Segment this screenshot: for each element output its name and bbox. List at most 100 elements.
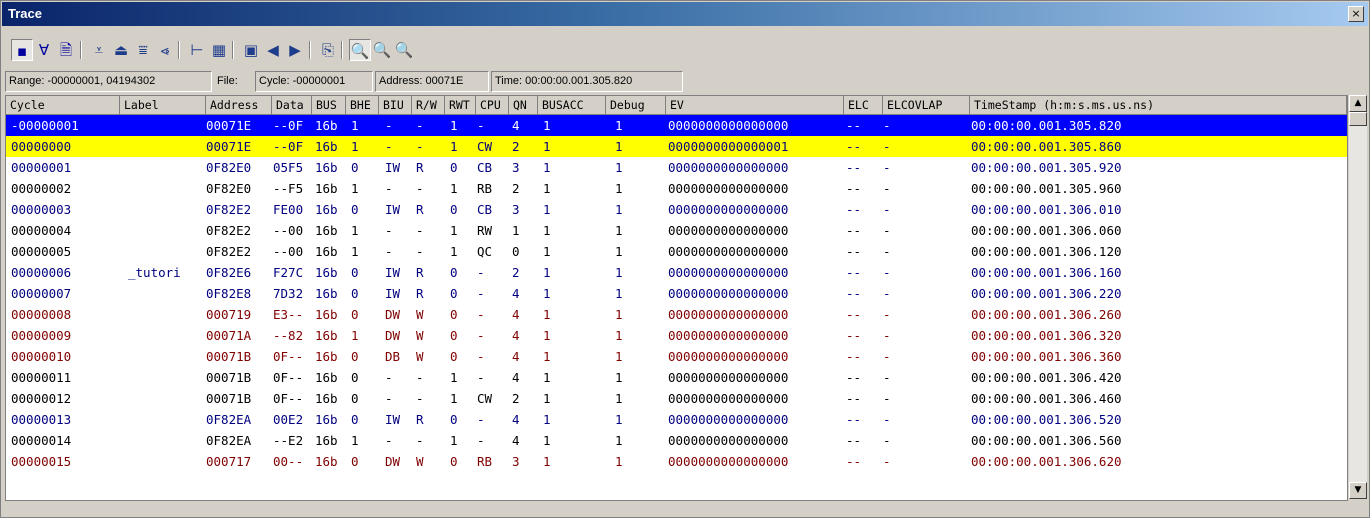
- next-icon[interactable]: ▶: [284, 39, 306, 61]
- tree-icon[interactable]: ⊢: [186, 39, 208, 61]
- column-header[interactable]: Label: [120, 96, 206, 115]
- zoom-out-icon[interactable]: 🔍: [393, 39, 415, 61]
- table-cell: 2: [512, 181, 520, 196]
- frame-icon[interactable]: ▣: [240, 39, 262, 61]
- table-row[interactable]: 00000005 0F82E2 --00 16b 1- -1 QC 0 1 1 0000000000…: [6, 241, 1347, 262]
- column-header[interactable]: Data: [272, 96, 312, 115]
- table-cell: -: [385, 370, 393, 385]
- table-cell: 2: [512, 391, 520, 406]
- go-top-icon[interactable]: ⩹: [154, 39, 176, 61]
- title-bar[interactable]: Trace ×: [2, 2, 1368, 26]
- table-row[interactable]: 00000008 000719 E3-- 16b 0 DW W 0 - 4 1 1 0000000000…: [6, 304, 1347, 325]
- scroll-thumb[interactable]: [1349, 112, 1367, 126]
- column-header[interactable]: EV: [666, 96, 844, 115]
- close-icon[interactable]: ×: [1348, 6, 1364, 22]
- table-cell: 00:00:00.001.306.260: [971, 307, 1122, 322]
- table-cell: 16b: [315, 265, 338, 280]
- table-row[interactable]: 00000014 0F82EA --E2 16b 1- -1-4 1 1 00000000000…: [6, 430, 1347, 451]
- trace-table[interactable]: Cycle Label Address Data BUS BHE BIU R/W RWT CPU Q…: [5, 95, 1348, 501]
- table-row[interactable]: 00000006 _tutori 0F82E6 F27C 16b 0 IW R 0 - 2 1 1 000…: [6, 262, 1347, 283]
- column-header[interactable]: R/W: [412, 96, 445, 115]
- table-row[interactable]: 00000002 0F82E0 --F5 16b 1- -1 RB 2 1 1 0000000000…: [6, 178, 1347, 199]
- table-row[interactable]: 00000003 0F82E2 FE00 16b 0 IW R 0 CB 3 1 1 000000000…: [6, 199, 1347, 220]
- table-row[interactable]: 00000001 0F82E0 05F5 16b 0 IW R 0 CB 3 1 1 000000000…: [6, 157, 1347, 178]
- document-icon[interactable]: 🗎: [55, 39, 77, 61]
- table-cell: 00000013: [11, 412, 72, 427]
- table-cell: -: [416, 433, 424, 448]
- table-cell: 00:00:00.001.306.010: [971, 202, 1122, 217]
- column-header[interactable]: CPU: [476, 96, 509, 115]
- table-row[interactable]: 00000000 00071E --0F 16b 1- -1 CW 2 1 1 0000000000…: [6, 136, 1347, 157]
- column-header[interactable]: BHE: [346, 96, 379, 115]
- table-row[interactable]: 00000009 00071A --82 16b 1 DW W 0 - 4 1 1 0000000000…: [6, 325, 1347, 346]
- column-header[interactable]: RWT: [445, 96, 476, 115]
- table-row[interactable]: 00000004 0F82E2 --00 16b 1- -1 RW 1 1 1 0000000000…: [6, 220, 1347, 241]
- table-cell: 1: [351, 328, 359, 343]
- column-header[interactable]: Debug: [606, 96, 666, 115]
- table-cell: 16b: [315, 286, 338, 301]
- table-cell: --: [846, 160, 862, 175]
- table-cell: --: [846, 328, 862, 343]
- table-cell: 0: [450, 160, 458, 175]
- table-cell: 1: [615, 160, 623, 175]
- column-header[interactable]: BUSACC: [538, 96, 606, 115]
- vertical-scrollbar[interactable]: ▲ ▼: [1348, 95, 1367, 499]
- table-cell: IW: [385, 412, 401, 427]
- zoom-icon[interactable]: 🔍: [349, 39, 371, 61]
- table-row[interactable]: 00000012 00071B 0F-- 16b 0- -1 CW 2 1 1 0000000000…: [6, 388, 1347, 409]
- column-header[interactable]: Address: [206, 96, 272, 115]
- table-row[interactable]: 00000010 00071B 0F-- 16b 0 DB W 0 - 4 1 1 0000000000…: [6, 346, 1347, 367]
- table-cell: 1: [615, 349, 623, 364]
- zoom-in-icon[interactable]: 🔍: [371, 39, 393, 61]
- table-cell: DW: [385, 454, 401, 469]
- table-row[interactable]: 00000013 0F82EA 00E2 16b 0 IW R 0 - 4 1 1 0000000000…: [6, 409, 1347, 430]
- column-header[interactable]: QN: [509, 96, 538, 115]
- table-cell: 1: [615, 328, 623, 343]
- go-bottom-icon[interactable]: ⩸: [132, 39, 154, 61]
- table-cell: 1: [450, 370, 458, 385]
- move-up-icon[interactable]: ⏏: [110, 39, 132, 61]
- column-icon[interactable]: ▦: [208, 39, 230, 61]
- column-header[interactable]: TimeStamp (h:m:s.ms.us.ns): [970, 96, 1347, 115]
- table-cell: 1: [543, 391, 551, 406]
- table-cell: 1: [450, 223, 458, 238]
- table-cell: 00:00:00.001.306.160: [971, 265, 1122, 280]
- table-cell: -: [477, 307, 485, 322]
- table-cell: 16b: [315, 202, 338, 217]
- table-cell: 1: [615, 391, 623, 406]
- file-field: [244, 71, 247, 92]
- table-cell: 0000000000000000: [668, 202, 789, 217]
- table-cell: 0: [351, 391, 359, 406]
- table-cell: 00:00:00.001.306.620: [971, 454, 1122, 469]
- scroll-up-icon[interactable]: ▲: [1349, 95, 1367, 112]
- move-down-icon[interactable]: ⩡: [88, 39, 110, 61]
- record-icon[interactable]: ▪: [11, 39, 33, 61]
- table-row[interactable]: 00000011 00071B 0F-- 16b 0- -1-4 1 1 00000000000…: [6, 367, 1347, 388]
- table-row[interactable]: -00000001 00071E --0F 16b 1- -1-4 1 1 0000000000…: [6, 115, 1347, 136]
- range-field: Range: -00000001, 04194302: [5, 71, 212, 92]
- column-header[interactable]: ELCOVLAP: [883, 96, 970, 115]
- column-header[interactable]: ELC: [844, 96, 883, 115]
- table-cell: W: [416, 454, 424, 469]
- filter-icon[interactable]: ∀: [33, 39, 55, 61]
- toolbar-separator: [232, 41, 234, 59]
- table-cell: --: [846, 391, 862, 406]
- column-header[interactable]: BIU: [379, 96, 412, 115]
- table-cell: 1: [450, 118, 458, 133]
- table-cell: --: [846, 433, 862, 448]
- properties-icon[interactable]: ⎘: [317, 39, 339, 61]
- table-cell: 3: [512, 202, 520, 217]
- table-cell: IW: [385, 160, 401, 175]
- table-row[interactable]: 00000007 0F82E8 7D32 16b 0 IW R 0 - 4 1 1 0000000000…: [6, 283, 1347, 304]
- table-cell: -00000001: [11, 118, 79, 133]
- table-cell: -: [883, 307, 891, 322]
- column-header[interactable]: Cycle: [6, 96, 120, 115]
- table-cell: --: [846, 412, 862, 427]
- table-cell: 16b: [315, 223, 338, 238]
- table-cell: 4: [512, 118, 520, 133]
- prev-icon[interactable]: ◀: [262, 39, 284, 61]
- table-row[interactable]: 00000015 000717 00-- 16b 0 DW W 0 RB 3 1 1 000000000…: [6, 451, 1347, 472]
- table-cell: 00:00:00.001.305.960: [971, 181, 1122, 196]
- scroll-down-icon[interactable]: ▼: [1349, 482, 1367, 499]
- column-header[interactable]: BUS: [312, 96, 346, 115]
